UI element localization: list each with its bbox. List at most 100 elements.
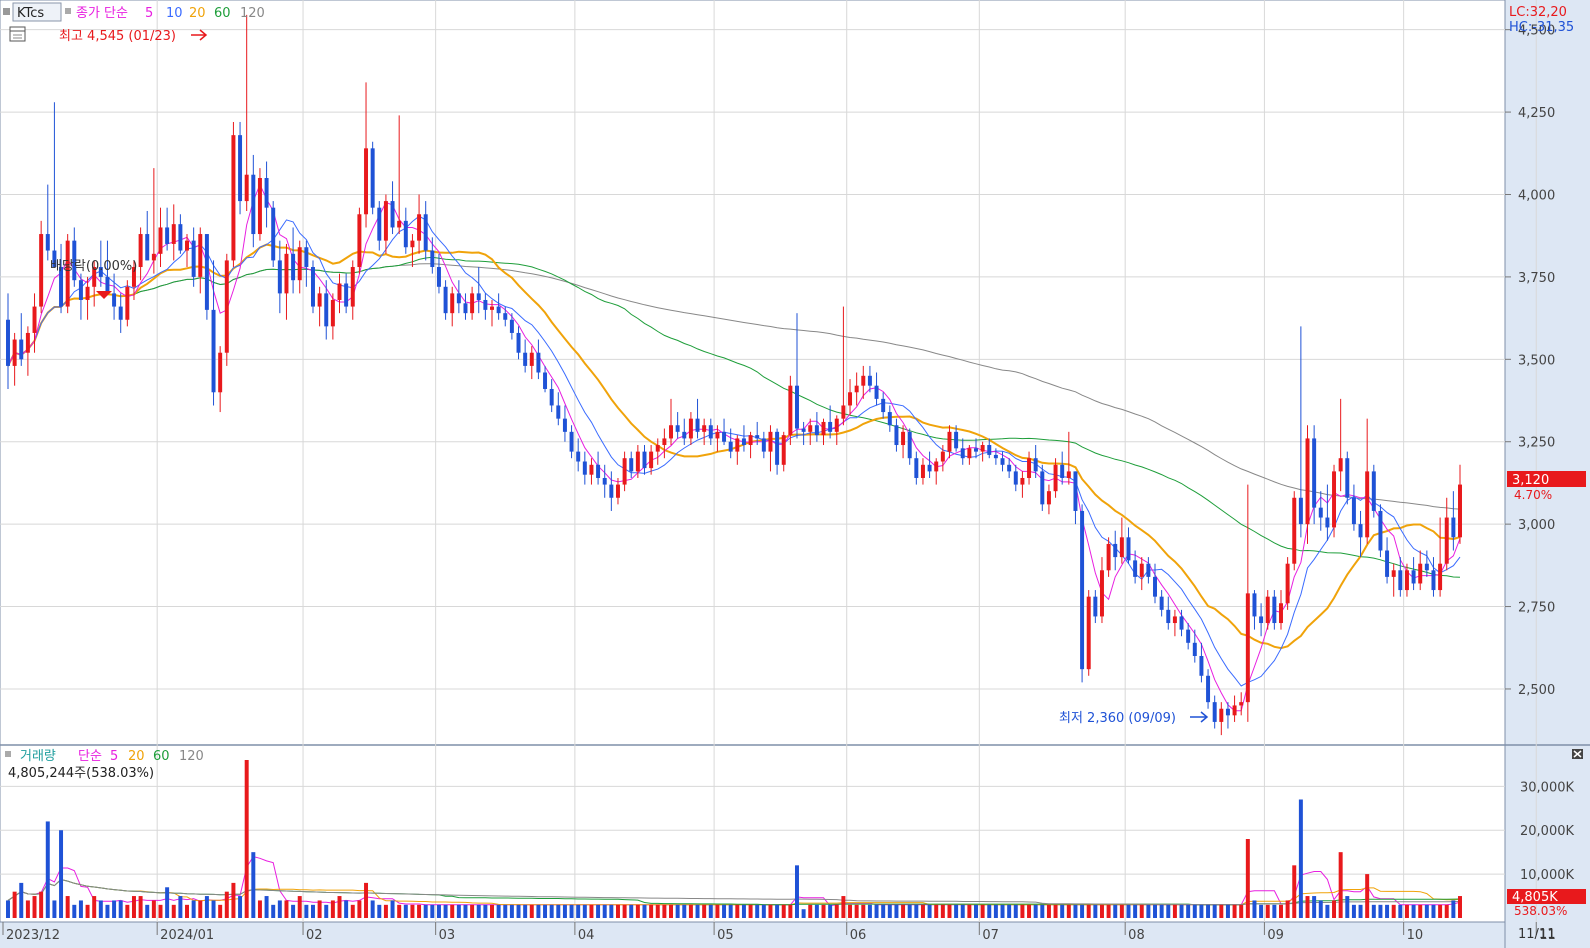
candle-body xyxy=(1305,438,1310,525)
price-tick-label: 3,500 xyxy=(1518,353,1555,368)
volume-bar xyxy=(549,904,554,918)
candle-body xyxy=(191,240,196,277)
candle-body xyxy=(1126,537,1131,561)
candle-body xyxy=(1325,517,1330,528)
candle-body xyxy=(516,332,521,353)
candle-body xyxy=(1186,629,1191,643)
candle-body xyxy=(1424,563,1429,571)
candle-body xyxy=(138,234,143,268)
candle-body xyxy=(125,286,130,320)
candle-body xyxy=(377,207,382,241)
volume-bar xyxy=(708,904,713,918)
volume-bar xyxy=(78,900,83,918)
volume-bar xyxy=(377,904,382,918)
candle-body xyxy=(1272,596,1277,624)
month-label: 09 xyxy=(1267,928,1284,943)
min-arrow-icon xyxy=(1190,711,1209,723)
candle-body xyxy=(1278,603,1283,624)
candle-body xyxy=(1159,596,1164,610)
volume-bar xyxy=(1378,904,1383,918)
candlestick-series xyxy=(6,14,1462,736)
volume-bar xyxy=(25,900,30,918)
candle-body xyxy=(178,224,183,251)
volume-bar xyxy=(1398,904,1403,918)
volume-bar xyxy=(98,900,103,918)
volume-bar xyxy=(1371,904,1376,918)
candle-body xyxy=(622,458,627,485)
volume-bar xyxy=(662,904,667,918)
volume-bar xyxy=(1119,904,1124,918)
volume-bar xyxy=(1192,904,1197,918)
candle-body xyxy=(987,445,992,455)
candle-body xyxy=(821,421,826,436)
candle-body xyxy=(397,220,402,228)
candle-body xyxy=(1113,543,1118,558)
candle-body xyxy=(934,461,939,472)
candle-body xyxy=(6,319,10,366)
volume-tick-label: 10,000K xyxy=(1520,868,1574,883)
volume-bar xyxy=(536,904,541,918)
volume-bar xyxy=(993,904,998,918)
candle-body xyxy=(854,385,859,393)
volume-bar xyxy=(927,904,932,918)
candle-body xyxy=(310,267,315,307)
volume-bar xyxy=(118,900,123,918)
volume-bar xyxy=(1431,904,1436,918)
volume-bar xyxy=(675,904,680,918)
volume-bar xyxy=(39,891,44,918)
volume-tick-label: 20,000K xyxy=(1520,824,1574,839)
price-tick-label: 2,750 xyxy=(1518,601,1555,616)
volume-bar xyxy=(45,821,50,918)
candle-body xyxy=(224,260,229,353)
volume-bar xyxy=(728,904,733,918)
candle-body xyxy=(1438,563,1443,591)
candle-body xyxy=(277,260,282,294)
candle-body xyxy=(1199,655,1204,676)
candle-body xyxy=(1080,510,1085,670)
candle-body xyxy=(1285,563,1290,604)
candle-body xyxy=(1371,471,1376,511)
candle-body xyxy=(775,431,780,465)
plot-frame xyxy=(0,0,1506,923)
calendar-icon[interactable] xyxy=(9,26,26,42)
volume-bar xyxy=(324,904,329,918)
volume-bar xyxy=(1033,904,1038,918)
volume-bar xyxy=(490,904,494,918)
volume-bar xyxy=(920,904,925,918)
volume-bar xyxy=(463,904,468,918)
volume-legend-marker-icon[interactable] xyxy=(5,751,11,757)
candle-body xyxy=(39,234,44,307)
candle-body xyxy=(920,464,925,478)
candle-body xyxy=(1073,471,1078,511)
candle-body xyxy=(291,253,296,281)
volume-bar xyxy=(1000,904,1005,918)
volume-bar xyxy=(456,904,461,918)
candle-body xyxy=(1351,497,1356,525)
volume-bar xyxy=(814,904,819,918)
volume-bar xyxy=(1126,904,1131,918)
volume-bar xyxy=(775,904,780,918)
legend-toggle-icon[interactable] xyxy=(3,8,10,15)
volume-bar xyxy=(1106,904,1111,918)
candle-body xyxy=(562,418,567,432)
volume-bar xyxy=(1040,904,1045,918)
volume-bar xyxy=(443,904,448,918)
volume-bar xyxy=(887,904,892,918)
volume-bar xyxy=(105,904,110,918)
volume-bar xyxy=(1239,904,1244,918)
volume-bar xyxy=(1411,904,1416,918)
volume-bar xyxy=(1060,904,1065,918)
volume-bar xyxy=(1418,904,1423,918)
candle-body xyxy=(198,234,203,277)
volume-bar xyxy=(1080,904,1085,918)
time-axis-background xyxy=(0,922,1590,948)
volume-bar xyxy=(476,904,481,918)
candle-body xyxy=(1431,570,1436,591)
volume-bar xyxy=(145,904,150,918)
volume-bar xyxy=(291,904,296,918)
candle-body xyxy=(543,372,548,389)
candle-body xyxy=(1139,563,1144,577)
volume-legend: 거래량 단순 5 20 60 120 4,805,244주(538.03%) xyxy=(5,749,204,781)
volume-bar xyxy=(1444,904,1449,918)
volume-bar xyxy=(1298,799,1303,918)
